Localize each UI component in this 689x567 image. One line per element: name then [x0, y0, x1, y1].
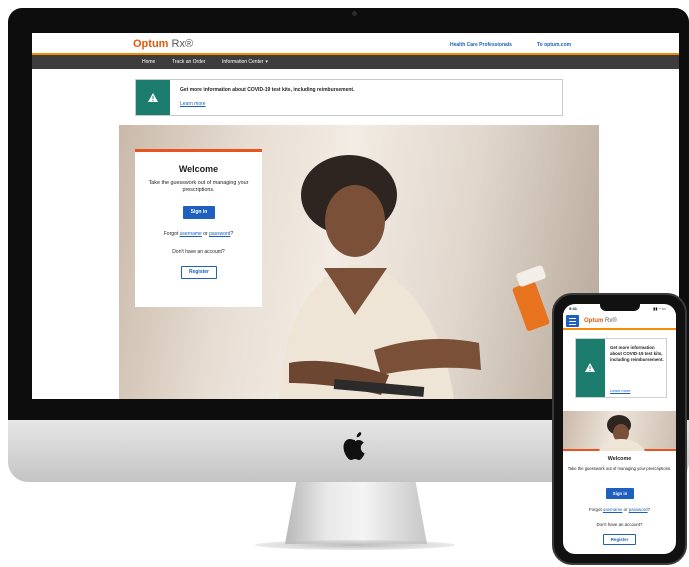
- stand-shadow: [255, 540, 455, 550]
- learn-more-link[interactable]: Learn more: [180, 101, 206, 107]
- phone-covid-alert: Get more information about COVID-19 test…: [575, 338, 667, 398]
- phone-screen: 9:41 ▮▮ ◔ ▭ Optum Rx® Get more informati…: [563, 304, 676, 554]
- hamburger-menu-icon[interactable]: [566, 315, 579, 327]
- woman-illustration: [599, 415, 645, 451]
- no-account-text: Don't have an account?: [172, 249, 225, 255]
- smartphone: 9:41 ▮▮ ◔ ▭ Optum Rx® Get more informati…: [552, 293, 687, 565]
- to-optum-link[interactable]: To optum.com: [537, 42, 571, 48]
- welcome-title: Welcome: [178, 164, 219, 174]
- main-nav: Home Track an Order Information Center ▾: [32, 55, 679, 69]
- register-button[interactable]: Register: [181, 266, 217, 279]
- camera: [352, 11, 357, 16]
- alert-icon-box: [136, 80, 170, 115]
- nav-home[interactable]: Home: [142, 59, 155, 65]
- phone-optum-rx-logo[interactable]: Optum Rx®: [584, 318, 617, 324]
- phone-time: 9:41: [569, 306, 578, 311]
- welcome-card: Welcome Take the guesswork out of managi…: [135, 149, 262, 307]
- phone-sign-in-button[interactable]: Sign in: [606, 488, 634, 499]
- forgot-username-link[interactable]: username: [180, 231, 202, 237]
- phone-alert-message: Get more information about COVID-19 test…: [610, 345, 664, 362]
- alert-message: Get more information about COVID-19 test…: [180, 87, 355, 93]
- nav-information-center[interactable]: Information Center ▾: [222, 59, 268, 65]
- chevron-down-icon: ▾: [265, 59, 268, 65]
- phone-forgot-username-link[interactable]: username: [603, 507, 623, 512]
- warning-triangle-icon: [585, 363, 595, 372]
- forgot-password-link[interactable]: password: [209, 231, 230, 237]
- phone-header: Optum Rx®: [563, 313, 676, 330]
- phone-welcome-subtitle: Take the guesswork out of managing your …: [567, 466, 672, 471]
- warning-triangle-icon: [148, 93, 158, 102]
- hero-image: Welcome Take the guesswork out of managi…: [119, 125, 599, 399]
- phone-forgot-password-link[interactable]: password: [629, 507, 648, 512]
- covid-alert: Get more information about COVID-19 test…: [135, 79, 563, 116]
- optum-rx-logo[interactable]: Optum Rx®: [133, 38, 193, 50]
- health-care-professionals-link[interactable]: Health Care Professionals: [450, 42, 512, 48]
- phone-register-button[interactable]: Register: [603, 534, 636, 545]
- phone-alert-icon-box: [576, 339, 605, 397]
- forgot-credentials: Forgot username or password?: [163, 231, 234, 237]
- site-header: Optum Rx® Health Care Professionals To o…: [32, 33, 679, 55]
- device-mockup: Optum Rx® Health Care Professionals To o…: [0, 0, 689, 567]
- phone-notch: [600, 304, 640, 311]
- imac-stand: [285, 482, 427, 544]
- phone-no-account-text: Don't have an account?: [596, 522, 643, 527]
- phone-hero-image: [563, 411, 676, 451]
- nav-track-order[interactable]: Track an Order: [172, 59, 205, 65]
- sign-in-button[interactable]: Sign in: [183, 206, 215, 219]
- welcome-subtitle: Take the guesswork out of managing your …: [148, 180, 249, 193]
- phone-learn-more-link[interactable]: Learn more: [610, 388, 630, 393]
- phone-forgot-credentials: Forgot username or password?: [588, 507, 651, 512]
- apple-logo-icon: [343, 432, 365, 460]
- signal-battery-icon: ▮▮ ◔ ▭: [653, 306, 666, 311]
- phone-welcome-title: Welcome: [607, 456, 632, 462]
